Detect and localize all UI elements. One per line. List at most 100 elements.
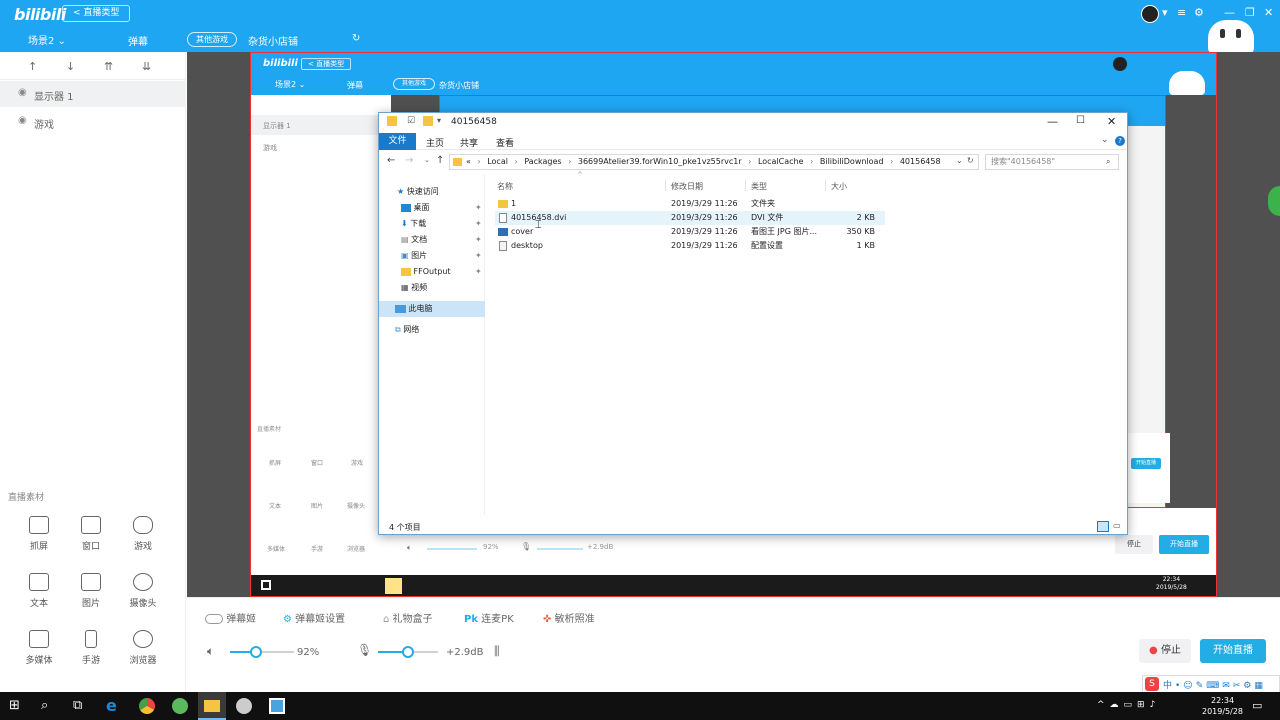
volume-slider-knob[interactable] — [250, 646, 262, 658]
ribbon-tab-share[interactable]: 共享 — [460, 136, 478, 149]
eye-icon[interactable]: ◉ — [18, 87, 27, 98]
breadcrumb-item[interactable]: LocalCache — [758, 157, 804, 166]
room-name[interactable]: 杂货小店铺 — [248, 33, 298, 48]
refresh-icon[interactable]: ↻ — [967, 156, 974, 165]
search-input[interactable]: 搜索"40156458" ⌕ — [985, 154, 1119, 170]
pin-icon[interactable]: ✦ — [475, 200, 482, 216]
danmu-settings-button[interactable]: ⚙ 弹幕姬设置 — [283, 610, 345, 625]
nav-ffoutput[interactable]: FFOutput ✦ — [379, 264, 485, 280]
material-browser[interactable]: 浏览器 — [113, 630, 173, 666]
breadcrumb-item[interactable]: Local — [487, 157, 508, 166]
pin-icon[interactable]: ✦ — [475, 248, 482, 264]
large-icons-view-icon[interactable]: ▭ — [1113, 521, 1121, 530]
app-green-icon[interactable] — [172, 698, 188, 714]
column-header-date[interactable]: 修改日期 — [671, 181, 703, 192]
app-icon[interactable] — [269, 698, 285, 714]
search-icon[interactable]: ⌕ — [1106, 155, 1110, 169]
pin-icon[interactable]: ✦ — [475, 232, 482, 248]
edge-browser-icon[interactable]: e — [106, 696, 117, 715]
volume-slider[interactable] — [230, 646, 294, 658]
system-tray-icons[interactable]: ^☁▭⊞♪ — [1097, 700, 1160, 710]
column-header-type[interactable]: 类型 — [751, 181, 767, 192]
source-item-game[interactable]: ◉ 游戏 — [0, 108, 186, 134]
ribbon-tab-view[interactable]: 查看 — [496, 136, 514, 149]
nav-downloads[interactable]: ⬇ 下载 ✦ — [379, 216, 485, 232]
ribbon-expand-icon[interactable]: ⌄ — [1101, 135, 1109, 145]
speaker-icon[interactable]: 🔈︎ — [207, 644, 214, 659]
task-view-icon[interactable]: ⧉ — [73, 698, 82, 713]
chevron-down-icon[interactable]: ▾ — [1162, 6, 1168, 19]
column-header-size[interactable]: 大小 — [831, 181, 847, 192]
ime-tools-icons[interactable]: 中•☺✎⌨✉✂⚙▦ — [1163, 678, 1266, 691]
mixer-icon[interactable]: ⫼ — [494, 644, 500, 659]
back-arrow-icon[interactable]: ← — [387, 155, 395, 166]
scene-selector[interactable]: 场景2 ⌄ — [28, 32, 66, 47]
breadcrumb-item[interactable]: Packages — [524, 157, 561, 166]
close-icon[interactable]: ✕ — [1264, 6, 1273, 19]
bilibili-live-icon[interactable] — [236, 698, 252, 714]
gear-icon[interactable]: ⚙ — [1194, 6, 1204, 19]
details-view-icon[interactable] — [1097, 521, 1109, 532]
mic-slider-knob[interactable] — [402, 646, 414, 658]
mic-slider[interactable] — [378, 646, 438, 658]
move-top-icon[interactable]: ⇈ — [104, 60, 113, 73]
file-row[interactable]: 40156458.dvi 2019/3/29 11:26 DVI 文件 2 KB — [495, 211, 885, 225]
move-bottom-icon[interactable]: ⇊ — [142, 60, 151, 73]
sogou-icon[interactable]: S — [1145, 677, 1159, 691]
avatar[interactable] — [1141, 5, 1159, 23]
eye-icon[interactable]: ◉ — [18, 115, 27, 126]
material-screenshot[interactable]: 抓屏 — [9, 516, 69, 552]
breadcrumb-item[interactable]: 36699Atelier39.forWin10_pke1vz55rvc1r — [578, 157, 742, 166]
breadcrumb-item[interactable]: 40156458 — [900, 157, 941, 166]
pin-icon[interactable]: ✦ — [475, 216, 482, 232]
restore-icon[interactable]: ❐ — [1245, 6, 1255, 19]
recent-dropdown-icon[interactable]: ⌄ — [424, 156, 430, 164]
minimize-icon[interactable]: — — [1047, 115, 1058, 128]
gift-box-button[interactable]: ⌂ 礼物盒子 — [383, 610, 433, 625]
nav-quick-access[interactable]: ★ 快速访问 — [379, 184, 485, 200]
ribbon-tab-home[interactable]: 主页 — [426, 136, 444, 149]
breadcrumb-item[interactable]: « — [466, 157, 471, 166]
help-icon[interactable]: ? — [1115, 136, 1125, 146]
checkbox-icon[interactable]: ☑ — [407, 116, 415, 126]
nav-network[interactable]: ⧉ 网络 — [379, 322, 485, 338]
chrome-icon[interactable] — [139, 698, 155, 714]
search-icon[interactable]: ⌕ — [41, 698, 48, 713]
file-row[interactable]: cover 2019/3/29 11:26 看图王 JPG 图片... 350 … — [495, 225, 885, 239]
maximize-icon[interactable]: ☐ — [1076, 115, 1085, 126]
pin-icon[interactable]: ✦ — [475, 264, 482, 280]
nav-documents[interactable]: ▤ 文档 ✦ — [379, 232, 485, 248]
material-mobile-game[interactable]: 手游 — [61, 630, 121, 666]
danmu-tab[interactable]: 弹幕 — [128, 33, 148, 48]
category-pill[interactable]: 其他游戏 — [187, 32, 237, 47]
nav-this-pc[interactable]: 此电脑 — [379, 301, 485, 317]
material-text[interactable]: 文本 — [9, 573, 69, 609]
column-header-name[interactable]: 名称 — [497, 181, 513, 192]
material-game[interactable]: 游戏 — [113, 516, 173, 552]
source-item-display[interactable]: ◉ 显示器 1 — [0, 81, 186, 107]
material-media[interactable]: 多媒体 — [9, 630, 69, 666]
aim-assist-button[interactable]: ✜ 敏析照准 — [543, 610, 595, 625]
forward-arrow-icon[interactable]: → — [405, 155, 413, 166]
live-type-back-button[interactable]: < 直播类型 — [62, 5, 131, 22]
material-camera[interactable]: 摄像头 — [113, 573, 173, 609]
start-live-button[interactable]: 开始直播 — [1200, 639, 1266, 663]
minimize-icon[interactable]: — — [1224, 6, 1235, 19]
file-row[interactable]: 1 2019/3/29 11:26 文件夹 — [495, 197, 885, 211]
taskbar-item-explorer[interactable] — [198, 692, 226, 720]
refresh-icon[interactable]: ↻ — [352, 33, 360, 44]
nav-pictures[interactable]: ▣ 图片 ✦ — [379, 248, 485, 264]
file-row[interactable]: desktop 2019/3/29 11:26 配置设置 1 KB — [495, 239, 885, 253]
quick-access-toolbar-dropdown-icon[interactable]: ▾ — [437, 116, 441, 125]
breadcrumb-item[interactable]: BilibiliDownload — [820, 157, 884, 166]
nav-videos[interactable]: ▦ 视频 — [379, 280, 485, 296]
stop-button[interactable]: ● 停止 — [1139, 639, 1191, 663]
menu-icon[interactable]: ≡ — [1177, 6, 1186, 19]
windows-start-icon[interactable]: ⊞ — [9, 698, 20, 713]
clock[interactable]: 22:34 2019/5/28 — [1202, 695, 1243, 717]
address-bar[interactable]: « › Local › Packages › 36699Atelier39.fo… — [449, 154, 979, 170]
material-image[interactable]: 图片 — [61, 573, 121, 609]
move-down-icon[interactable]: ↓ — [66, 60, 75, 73]
notification-icon[interactable]: ▭ — [1252, 699, 1262, 712]
address-dropdown-icon[interactable]: ⌄ — [956, 156, 963, 165]
